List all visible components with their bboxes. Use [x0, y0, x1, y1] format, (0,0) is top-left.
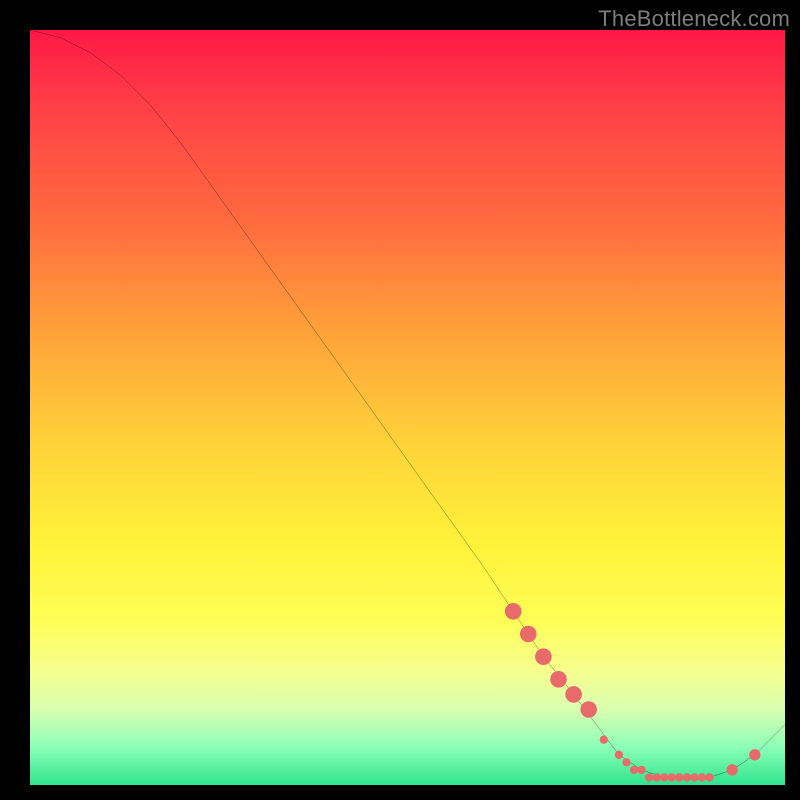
marker-dot	[675, 773, 683, 781]
marker-dot	[580, 701, 597, 718]
marker-dot	[615, 751, 623, 759]
marker-dot	[550, 671, 567, 688]
marker-dot	[622, 758, 630, 766]
curve-layer	[30, 30, 785, 785]
marker-dot	[520, 626, 537, 643]
marker-dot	[630, 766, 638, 774]
bottleneck-curve-path	[30, 30, 785, 777]
watermark-text: TheBottleneck.com	[598, 6, 790, 32]
chart-frame: TheBottleneck.com	[0, 0, 800, 800]
marker-dot	[637, 766, 645, 774]
marker-dot	[749, 749, 760, 760]
marker-dot	[683, 773, 691, 781]
marker-dot	[505, 603, 522, 620]
marker-dot	[645, 773, 653, 781]
marker-dot	[660, 773, 668, 781]
marker-dot	[652, 773, 660, 781]
marker-dot	[690, 773, 698, 781]
marker-dot	[698, 773, 706, 781]
plot-area	[30, 30, 785, 785]
marker-group	[505, 603, 761, 782]
marker-dot	[565, 686, 582, 703]
marker-dot	[668, 773, 676, 781]
marker-dot	[535, 648, 552, 665]
marker-dot	[600, 736, 608, 744]
marker-dot	[705, 773, 713, 781]
marker-dot	[726, 764, 737, 775]
